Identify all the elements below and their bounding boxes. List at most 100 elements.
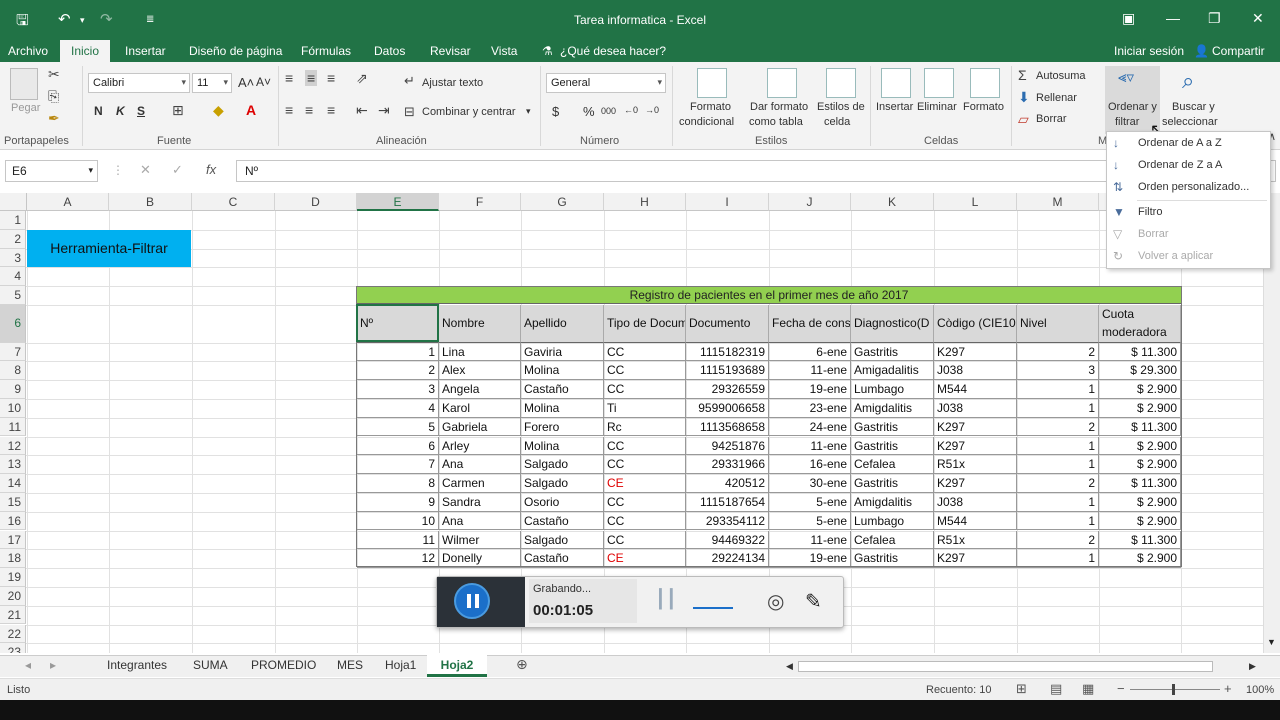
format-cells-button[interactable]: Formato — [963, 101, 1004, 113]
table-cell[interactable]: Castaño — [521, 511, 604, 531]
sheet-tab-suma[interactable]: SUMA — [193, 658, 228, 672]
conditional-format-label-1[interactable]: Formato — [690, 101, 731, 113]
table-header-cell[interactable]: Documento — [686, 305, 769, 343]
table-cell[interactable]: $ 2.900 — [1099, 455, 1181, 475]
zoom-level[interactable]: 100% — [1246, 684, 1274, 696]
tab-formulas[interactable]: Fórmulas — [301, 44, 351, 58]
wrap-text-icon[interactable]: ↵ — [404, 73, 415, 89]
italic-button[interactable]: K — [116, 104, 125, 118]
table-cell[interactable]: 94251876 — [686, 436, 769, 456]
sheet-tab-mes[interactable]: MES — [337, 658, 363, 672]
table-cell[interactable]: K297 — [934, 342, 1017, 362]
table-cell[interactable]: 4 — [357, 398, 439, 418]
align-top-icon[interactable]: ≡ — [285, 70, 293, 86]
menu-clear-filter[interactable]: ▽ Borrar — [1107, 224, 1270, 246]
table-cell[interactable]: R51x — [934, 455, 1017, 475]
table-cell[interactable]: 29326559 — [686, 380, 769, 399]
table-cell[interactable]: $ 11.300 — [1099, 342, 1181, 362]
table-cell[interactable]: 1 — [1017, 492, 1099, 512]
table-header-cell[interactable]: Cuota moderadora — [1099, 305, 1181, 343]
table-cell[interactable]: 11-ene — [769, 436, 851, 456]
font-color-icon[interactable]: A — [246, 102, 256, 118]
row-header-22[interactable]: 22 — [0, 624, 26, 644]
table-cell[interactable]: M544 — [934, 511, 1017, 531]
scroll-down-icon[interactable]: ▼ — [1267, 637, 1276, 647]
thousands-icon[interactable]: 000 — [601, 106, 616, 116]
table-cell[interactable]: Cefalea — [851, 455, 934, 475]
row-header-11[interactable]: 11 — [0, 417, 26, 437]
table-cell[interactable]: Amigadalitis — [851, 361, 934, 381]
table-cell[interactable]: K297 — [934, 417, 1017, 437]
table-cell[interactable]: Wilmer — [439, 530, 521, 550]
row-header-18[interactable]: 18 — [0, 549, 26, 569]
select-all-corner[interactable] — [0, 193, 27, 211]
row-header-4[interactable]: 4 — [0, 267, 26, 287]
table-cell[interactable]: 6 — [357, 436, 439, 456]
tab-inicio[interactable]: Inicio — [60, 40, 110, 62]
table-cell[interactable]: $ 11.300 — [1099, 417, 1181, 437]
table-cell[interactable]: 5-ene — [769, 511, 851, 531]
insert-cells-icon[interactable] — [881, 68, 911, 98]
table-cell[interactable]: 9 — [357, 492, 439, 512]
table-cell[interactable]: Carmen — [439, 474, 521, 493]
table-cell[interactable]: 3 — [1017, 361, 1099, 381]
table-cell[interactable]: 2 — [357, 361, 439, 381]
format-cells-icon[interactable] — [970, 68, 1000, 98]
next-sheet-icon[interactable]: ▸ — [50, 658, 56, 672]
row-header-10[interactable]: 10 — [0, 398, 26, 418]
table-cell[interactable]: K297 — [934, 474, 1017, 493]
table-header-cell[interactable]: Diagnostico(D — [851, 305, 934, 343]
cut-icon[interactable]: ✂ — [48, 66, 60, 83]
column-header-b[interactable]: B — [109, 193, 192, 211]
table-cell[interactable]: Gastritis — [851, 436, 934, 456]
table-title-cell[interactable]: Registro de pacientes en el primer mes d… — [357, 286, 1181, 304]
merge-dropdown-icon[interactable]: ▾ — [526, 106, 531, 117]
align-right-icon[interactable]: ≡ — [327, 102, 335, 118]
cancel-icon[interactable]: ✕ — [140, 162, 151, 178]
borders-icon[interactable]: ⊞ — [172, 102, 184, 119]
find-select-label-1[interactable]: Buscar y — [1172, 101, 1215, 113]
row-header-15[interactable]: 15 — [0, 492, 26, 512]
table-cell[interactable]: 29331966 — [686, 455, 769, 475]
orientation-icon[interactable]: ⇗ — [356, 70, 368, 87]
table-cell[interactable]: 2 — [1017, 417, 1099, 437]
fill-button[interactable]: Rellenar — [1036, 92, 1077, 104]
table-cell[interactable]: 1 — [1017, 380, 1099, 399]
hscroll-left-icon[interactable]: ◀ — [786, 661, 793, 672]
sheet-tab-integrantes[interactable]: Integrantes — [107, 658, 167, 672]
align-center-icon[interactable]: ≡ — [305, 102, 313, 118]
tab-diseno-pagina[interactable]: Diseño de página — [189, 44, 282, 58]
tell-me-search[interactable]: ¿Qué desea hacer? — [560, 44, 666, 58]
signin-link[interactable]: Iniciar sesión — [1114, 44, 1184, 58]
format-as-table-icon[interactable] — [767, 68, 797, 98]
table-cell[interactable]: 94469322 — [686, 530, 769, 550]
maximize-icon[interactable]: ❐ — [1208, 10, 1221, 27]
font-name-select[interactable]: Calibri ▾ — [88, 73, 190, 93]
insert-cells-button[interactable]: Insertar — [876, 101, 913, 113]
paste-button[interactable]: Pegar — [11, 102, 40, 114]
pencil-icon[interactable]: ✎ — [805, 589, 822, 614]
fill-color-icon[interactable]: ◆ — [213, 102, 224, 119]
decrease-indent-icon[interactable]: ⇤ — [356, 102, 368, 119]
merge-center-icon[interactable]: ⊟ — [404, 104, 415, 120]
menu-sort-z-a[interactable]: ↓ Ordenar de Z a A — [1107, 155, 1270, 177]
table-cell[interactable]: 16-ene — [769, 455, 851, 475]
normal-view-icon[interactable]: ⊞ — [1016, 681, 1027, 697]
page-break-view-icon[interactable]: ▦ — [1082, 681, 1094, 697]
table-cell[interactable]: R51x — [934, 530, 1017, 550]
number-format-select[interactable]: General ▾ — [546, 73, 666, 93]
column-header-e[interactable]: E — [357, 193, 439, 211]
table-cell[interactable]: 1115182319 — [686, 342, 769, 362]
align-left-icon[interactable]: ≡ — [285, 102, 293, 118]
column-header-c[interactable]: C — [192, 193, 275, 211]
row-header-17[interactable]: 17 — [0, 530, 26, 550]
table-cell[interactable]: Ti — [604, 398, 686, 418]
row-header-23[interactable]: 23 — [0, 643, 26, 653]
column-header-m[interactable]: M — [1017, 193, 1099, 211]
table-cell[interactable]: $ 2.900 — [1099, 436, 1181, 456]
font-size-select[interactable]: 11 ▾ — [192, 73, 232, 93]
table-cell[interactable]: J038 — [934, 492, 1017, 512]
table-cell[interactable]: 1115193689 — [686, 361, 769, 381]
table-cell[interactable]: $ 2.900 — [1099, 380, 1181, 399]
tab-insertar[interactable]: Insertar — [125, 44, 166, 58]
